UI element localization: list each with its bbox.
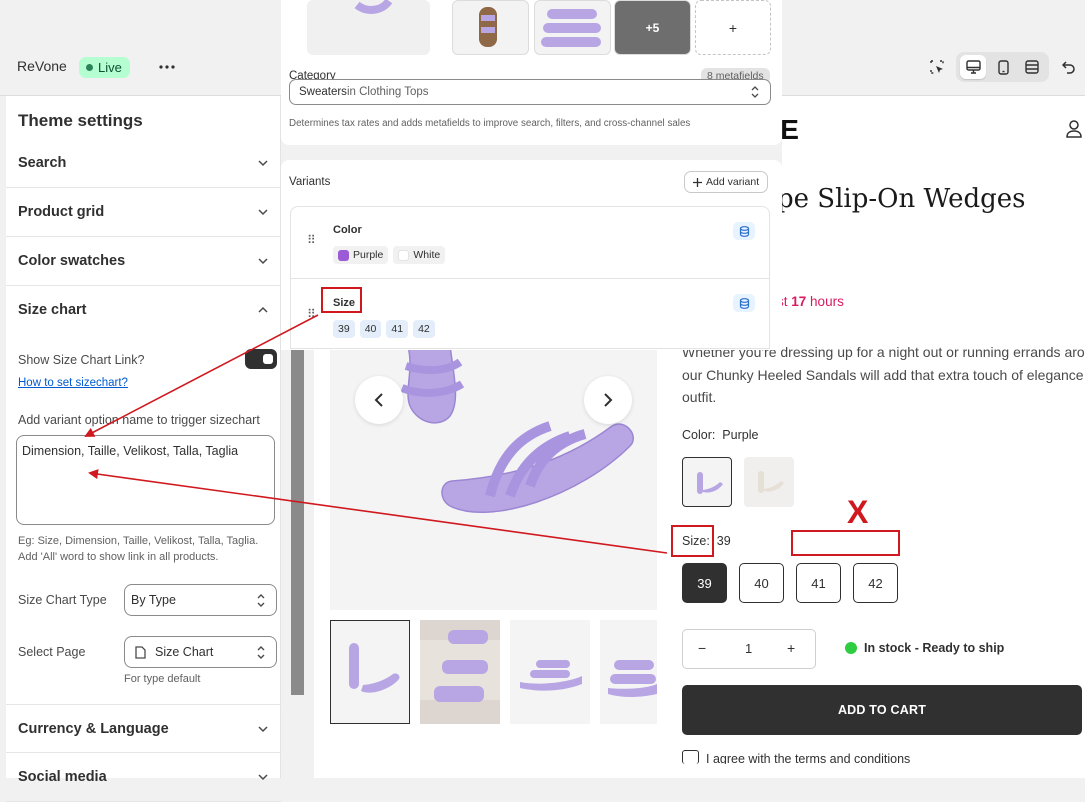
arrow-to-textarea [84, 314, 319, 437]
arrow-to-textarea-value [88, 469, 668, 554]
annotation-arrows [84, 314, 668, 554]
